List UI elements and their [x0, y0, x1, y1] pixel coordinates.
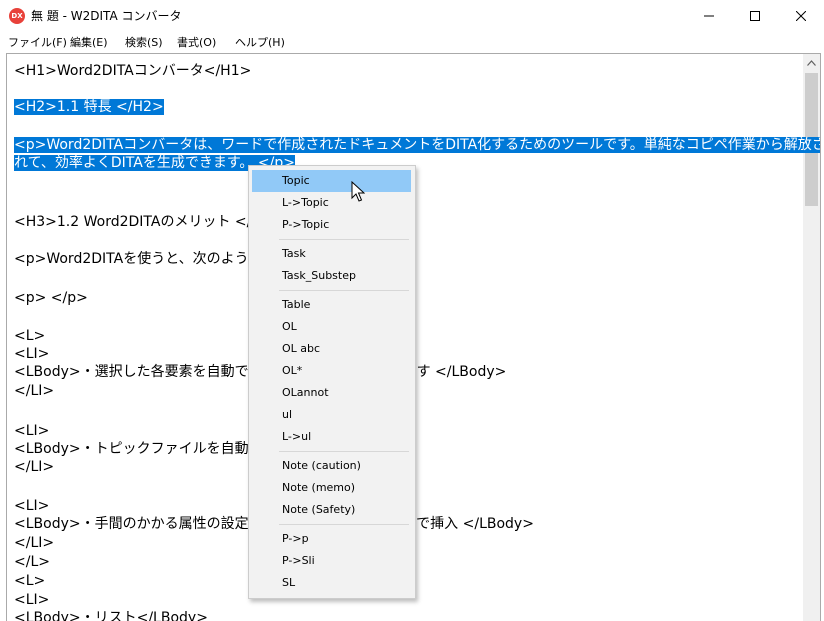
- line-text: <LBody>・リスト</LBody>: [14, 610, 208, 621]
- selected-text: <H2>1.1 特長 </H2>: [14, 99, 164, 115]
- line-text: </LI>: [14, 383, 55, 399]
- app-icon[interactable]: DX: [9, 8, 25, 24]
- context-menu-item-topic[interactable]: Topic: [252, 170, 411, 192]
- chevron-up-icon: [807, 59, 816, 66]
- menu-separator: [279, 451, 409, 452]
- line-text: <LI>: [14, 592, 50, 608]
- context-menu-item-sl[interactable]: SL: [252, 572, 411, 594]
- line-text: </LI>: [14, 535, 55, 551]
- menu-separator: [279, 290, 409, 291]
- line-text: <p> </p>: [14, 290, 88, 306]
- menu-help[interactable]: ヘルプ(H): [235, 34, 285, 50]
- editor-line: <H3>1.2 Word2DITAのメリット </H3>: [14, 213, 283, 231]
- menu-separator: [279, 524, 409, 525]
- context-menu-item-ol[interactable]: OL: [252, 316, 411, 338]
- editor-line: <L>: [14, 572, 45, 590]
- line-text: <L>: [14, 573, 46, 589]
- editor-line: </LI>: [14, 534, 54, 552]
- maximize-icon: [750, 10, 760, 21]
- context-menu-item-olannot[interactable]: OLannot: [252, 382, 411, 404]
- context-menu-item-ol[interactable]: OL*: [252, 360, 411, 382]
- editor-line: <LI>: [14, 422, 49, 440]
- maximize-button[interactable]: [732, 0, 778, 31]
- editor-line: <p> </p>: [14, 289, 88, 307]
- context-menu-item-task-substep[interactable]: Task_Substep: [252, 265, 411, 287]
- context-menu-item-ol-abc[interactable]: OL abc: [252, 338, 411, 360]
- line-text: </LI>: [14, 459, 55, 475]
- context-menu-item-l-ul[interactable]: L->ul: [252, 426, 411, 448]
- editor-line: <LBody>・リスト</LBody>: [14, 609, 208, 621]
- menu-search[interactable]: 検索(S): [125, 34, 163, 50]
- context-menu: Topic L->Topic P->Topic Task Task_Substep Tab…: [248, 165, 416, 599]
- context-menu-item-p-topic[interactable]: P->Topic: [252, 214, 411, 236]
- menu-file[interactable]: ファイル(F): [8, 34, 67, 50]
- line-text: <H1>Word2DITAコンバータ</H1>: [14, 63, 252, 79]
- context-menu-item-p-p[interactable]: P->p: [252, 528, 411, 550]
- selected-text: <p>Word2DITAコンバータは、ワードで作成されたドキュメントをDITA化…: [14, 137, 820, 153]
- editor-line: <LI>: [14, 345, 49, 363]
- line-text: <LI>: [14, 498, 50, 514]
- editor-line: </LI>: [14, 382, 54, 400]
- menu-edit[interactable]: 編集(E): [70, 34, 108, 50]
- editor-line: <p>Word2DITAコンバータは、ワードで作成されたドキュメントをDITA化…: [14, 136, 820, 154]
- context-menu-item-table[interactable]: Table: [252, 294, 411, 316]
- minimize-icon: [704, 15, 714, 16]
- editor-line: </L>: [14, 553, 50, 571]
- close-icon: [796, 10, 806, 21]
- editor-line: </LI>: [14, 458, 54, 476]
- menu-separator: [279, 239, 409, 240]
- editor-line: <LI>: [14, 591, 49, 609]
- line-text: <L>: [14, 328, 46, 344]
- line-text: <LI>: [14, 423, 50, 439]
- menu-bar: ファイル(F) 編集(E) 検索(S) 書式(O) ヘルプ(H): [0, 31, 824, 51]
- context-menu-item-note-caution[interactable]: Note (caution): [252, 455, 411, 477]
- minimize-button[interactable]: [686, 0, 732, 31]
- editor-line: <H2>1.1 特長 </H2>: [14, 98, 164, 116]
- editor-line: <H1>Word2DITAコンバータ</H1>: [14, 62, 251, 80]
- context-menu-item-l-topic[interactable]: L->Topic: [252, 192, 411, 214]
- mouse-pointer-icon: [351, 181, 365, 202]
- line-text: <H3>1.2 Word2DITAのメリット </H3>: [14, 214, 283, 230]
- context-menu-item-p-sli[interactable]: P->Sli: [252, 550, 411, 572]
- context-menu-item-task[interactable]: Task: [252, 243, 411, 265]
- window-title: 無 題 - W2DITA コンバータ: [31, 9, 182, 23]
- context-menu-item-note-memo[interactable]: Note (memo): [252, 477, 411, 499]
- scroll-up-button[interactable]: [803, 54, 820, 71]
- title-bar: DX 無 題 - W2DITA コンバータ: [0, 0, 824, 31]
- menu-format[interactable]: 書式(O): [177, 34, 216, 50]
- close-button[interactable]: [778, 0, 824, 31]
- context-menu-item-note-safety[interactable]: Note (Safety): [252, 499, 411, 521]
- line-text: </L>: [14, 554, 50, 570]
- line-text: <LI>: [14, 346, 50, 362]
- context-menu-item-ul[interactable]: ul: [252, 404, 411, 426]
- editor-line: <L>: [14, 327, 45, 345]
- editor-line: <LI>: [14, 497, 49, 515]
